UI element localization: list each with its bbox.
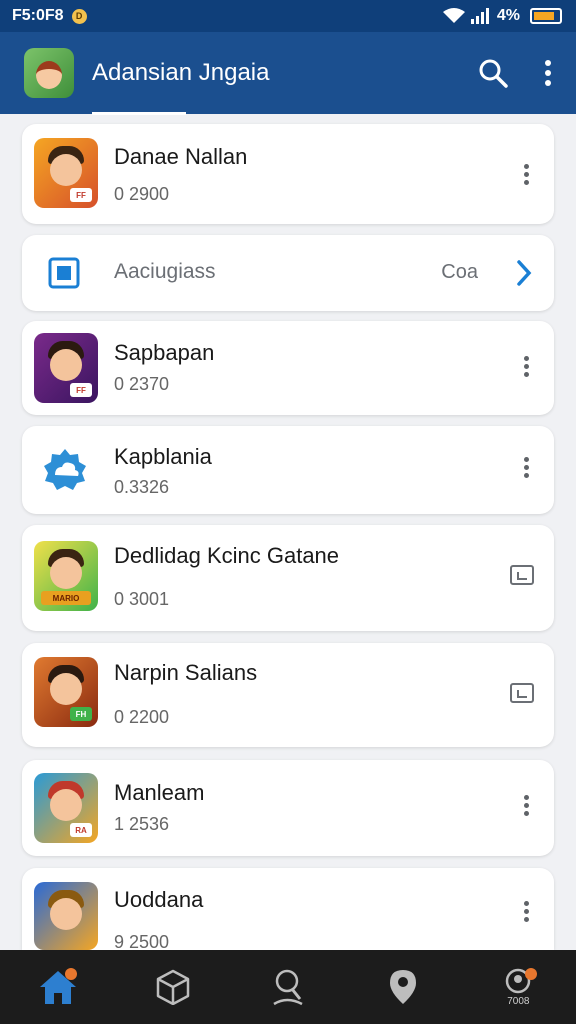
list-item[interactable]: Kapblania 0.3326 (22, 426, 554, 514)
list-item[interactable]: Uoddana 9 2500 (22, 868, 554, 952)
game-portrait-icon: FF (34, 333, 98, 403)
game-tag: FF (70, 188, 92, 202)
nav-search[interactable] (263, 962, 313, 1012)
nav-home[interactable] (33, 962, 83, 1012)
signal-icon (470, 8, 489, 24)
nav-profile[interactable]: 7008 (493, 962, 543, 1012)
nav-location[interactable] (378, 962, 428, 1012)
open-external-icon[interactable] (510, 683, 534, 703)
more-vert-icon[interactable] (524, 353, 530, 380)
more-vert-icon[interactable] (544, 59, 552, 87)
item-title: Uoddana (114, 887, 204, 912)
battery-icon (530, 8, 562, 24)
item-title: Kapblania (114, 444, 212, 469)
item-subtitle: 0.3326 (114, 477, 170, 497)
nav-badge (64, 968, 77, 980)
square-icon (48, 257, 80, 289)
nav-profile-label: 7008 (507, 995, 530, 1007)
list-item[interactable]: FH Narpin Salians 0 2200 (22, 643, 554, 747)
item-subtitle: 1 2536 (114, 814, 170, 834)
list-item[interactable]: FF Sapbapan 0 2370 (22, 321, 554, 415)
item-title: Dedlidag Kcinc Gatane (114, 543, 340, 568)
app-bar: Adansian Jngaia (0, 32, 576, 114)
nav-box[interactable] (148, 962, 198, 1012)
more-vert-icon[interactable] (524, 792, 530, 819)
battery-percent: 4% (496, 7, 520, 24)
list-item[interactable]: RA Manleam 1 2536 (22, 760, 554, 856)
item-subtitle: 0 2370 (114, 374, 170, 394)
box-icon (156, 969, 190, 1005)
status-bar: F5:0F8 D 4% (0, 0, 576, 32)
list-item[interactable]: MARIO Dedlidag Kcinc Gatane 0 3001 (22, 525, 554, 631)
status-time: F5:0F8 (12, 7, 64, 24)
more-vert-icon[interactable] (524, 898, 530, 925)
cloud-icon (44, 449, 86, 490)
game-tag: FF (70, 383, 92, 397)
game-portrait-icon (34, 882, 98, 950)
chevron-right-icon[interactable] (516, 259, 532, 287)
app-title: Adansian Jngaia (92, 59, 270, 86)
tab-indicator (92, 112, 186, 115)
item-title: Aaciugiass (114, 260, 216, 283)
status-right: 4% (442, 7, 562, 25)
more-vert-icon[interactable] (524, 161, 530, 188)
game-tag: MARIO (41, 591, 91, 605)
item-title: Sapbapan (114, 340, 215, 365)
open-external-icon[interactable] (510, 565, 534, 585)
nav-badge (525, 968, 538, 980)
item-trailing-text: Coa (441, 261, 478, 283)
list-item[interactable]: Aaciugiass Coa (22, 235, 554, 311)
app-actions (478, 58, 552, 88)
app-logo-icon (24, 48, 74, 98)
item-subtitle: 0 2200 (114, 707, 170, 727)
search-icon[interactable] (478, 58, 508, 88)
item-subtitle: 0 3001 (114, 589, 170, 609)
bottom-nav: 7008 (0, 950, 576, 1024)
game-portrait-icon: FH (34, 657, 98, 727)
game-portrait-icon: RA (34, 773, 98, 843)
game-tag: FH (70, 707, 92, 721)
search-person-icon (273, 969, 303, 1006)
game-portrait-icon: MARIO (34, 541, 98, 611)
status-left: F5:0F8 D (12, 7, 87, 25)
item-subtitle: 0 2900 (114, 184, 170, 204)
notification-dot-icon: D (71, 8, 87, 24)
game-tag: RA (70, 823, 92, 837)
list-item[interactable]: FF Danae Nallan 0 2900 (22, 124, 554, 224)
game-portrait-icon: FF (34, 138, 98, 208)
item-title: Manleam (114, 780, 205, 805)
location-icon (390, 970, 417, 1004)
more-vert-icon[interactable] (524, 454, 530, 481)
item-title: Danae Nallan (114, 144, 248, 169)
wifi-icon (442, 8, 465, 23)
item-title: Narpin Salians (114, 660, 258, 685)
